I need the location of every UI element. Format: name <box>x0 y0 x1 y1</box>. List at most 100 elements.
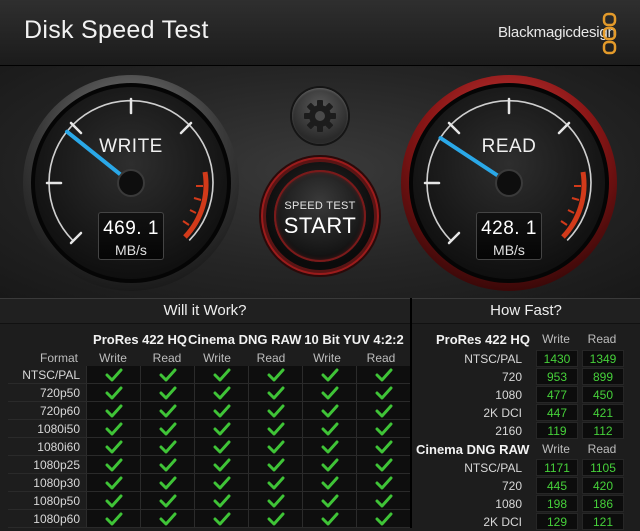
how-fast-row-label: 720 <box>501 479 522 493</box>
group-prores: ProRes 422 HQ <box>93 332 187 347</box>
check-icon <box>321 512 338 525</box>
format-label: 720p50 <box>8 383 87 402</box>
how-fast-read-value: 899 <box>582 368 624 385</box>
check-icon <box>213 458 230 471</box>
check-icon <box>105 494 122 507</box>
title-bar: Disk Speed Test Blackmagicdesign <box>0 0 640 66</box>
start-button-caption: SPEED TEST <box>284 200 356 212</box>
format-label: 1080p50 <box>8 491 87 510</box>
check-icon <box>159 404 176 417</box>
how-fast-read-header: Read <box>587 442 617 456</box>
how-fast-header: How Fast? <box>412 298 640 324</box>
how-fast-write-header: Write <box>542 442 570 456</box>
check-icon <box>267 386 284 399</box>
how-fast-write-value: 1430 <box>536 350 578 367</box>
how-fast-row-label: 1080 <box>495 497 522 511</box>
check-icon <box>105 476 122 489</box>
how-fast-group-prores: ProRes 422 HQ <box>436 332 530 347</box>
check-icon <box>159 368 176 381</box>
check-icon <box>375 512 392 525</box>
speed-test-start-button[interactable]: SPEED TEST START <box>266 162 374 270</box>
app-title: Disk Speed Test <box>24 16 209 44</box>
check-icon <box>105 386 122 399</box>
how-fast-write-value: 1171 <box>536 459 578 476</box>
check-icon <box>375 422 392 435</box>
will-it-work-table: NTSC/PAL 720p50 720p60 1080i50 1080i60 1… <box>8 366 410 528</box>
check-icon <box>375 404 392 417</box>
check-icon <box>213 368 230 381</box>
check-icon <box>213 476 230 489</box>
check-icon <box>321 368 338 381</box>
table-row: 1080p25 <box>8 455 410 474</box>
how-fast-write-value: 445 <box>536 477 578 494</box>
table-row: 1080 198 186 <box>412 495 640 513</box>
how-fast-write-value: 129 <box>536 513 578 530</box>
yuv-write-header: Write <box>313 351 341 365</box>
format-label: 720p60 <box>8 401 87 420</box>
check-icon <box>267 494 284 507</box>
settings-button[interactable] <box>292 88 348 144</box>
format-label: 1080i50 <box>8 419 87 438</box>
how-fast-row-label: NTSC/PAL <box>464 352 522 366</box>
check-icon <box>159 476 176 489</box>
check-icon <box>267 512 284 525</box>
check-icon <box>375 458 392 471</box>
format-label: 1080p60 <box>8 509 87 528</box>
read-speed-value: 428. 1 <box>481 218 537 239</box>
yuv-read-header: Read <box>366 351 396 365</box>
group-cinema-dng: Cinema DNG RAW <box>188 332 302 347</box>
check-icon <box>321 404 338 417</box>
check-icon <box>375 386 392 399</box>
read-speed-unit: MB/s <box>493 242 525 258</box>
how-fast-write-value: 119 <box>536 422 578 439</box>
check-icon <box>159 440 176 453</box>
start-button-face: SPEED TEST START <box>274 170 366 262</box>
table-row: 720 445 420 <box>412 477 640 495</box>
how-fast-read-value: 421 <box>582 404 624 421</box>
check-icon <box>375 494 392 507</box>
write-speed-value: 469. 1 <box>103 218 159 239</box>
group-10bit-yuv: 10 Bit YUV 4:2:2 <box>304 332 404 347</box>
check-icon <box>321 440 338 453</box>
table-row: 720p60 <box>8 401 410 420</box>
format-label: 1080p30 <box>8 473 87 492</box>
check-icon <box>159 422 176 435</box>
format-label: 1080p25 <box>8 455 87 474</box>
check-icon <box>159 386 176 399</box>
table-row: NTSC/PAL 1171 1105 <box>412 459 640 477</box>
check-icon <box>267 476 284 489</box>
table-row: 1080i60 <box>8 437 410 456</box>
check-icon <box>213 440 230 453</box>
check-icon <box>105 368 122 381</box>
table-row: 1080p30 <box>8 473 410 492</box>
how-fast-write-header: Write <box>542 332 570 346</box>
check-icon <box>321 458 338 471</box>
how-fast-row-label: NTSC/PAL <box>464 461 522 475</box>
how-fast-read-value: 1105 <box>582 459 624 476</box>
write-speed-unit: MB/s <box>115 242 147 258</box>
how-fast-write-value: 477 <box>536 386 578 403</box>
how-fast-read-value: 1349 <box>582 350 624 367</box>
how-fast-read-value: 450 <box>582 386 624 403</box>
dng-read-header: Read <box>256 351 286 365</box>
how-fast-row-label: 2160 <box>495 424 522 438</box>
how-fast-read-header: Read <box>587 332 617 346</box>
how-fast-read-value: 186 <box>582 495 624 512</box>
brand-name: Blackmagicdesign <box>498 24 616 41</box>
write-gauge-label: WRITE <box>99 136 163 157</box>
check-icon <box>159 494 176 507</box>
how-fast-row-label: 2K DCI <box>483 515 522 529</box>
check-icon <box>321 422 338 435</box>
check-icon <box>375 476 392 489</box>
check-icon <box>213 494 230 507</box>
check-icon <box>159 458 176 471</box>
check-icon <box>105 422 122 435</box>
how-fast-row-label: 1080 <box>495 388 522 402</box>
dng-write-header: Write <box>203 351 231 365</box>
check-icon <box>159 512 176 525</box>
how-fast-write-value: 953 <box>536 368 578 385</box>
check-icon <box>105 512 122 525</box>
table-row: NTSC/PAL 1430 1349 <box>412 350 640 368</box>
check-icon <box>213 404 230 417</box>
start-button-label: START <box>283 213 357 238</box>
